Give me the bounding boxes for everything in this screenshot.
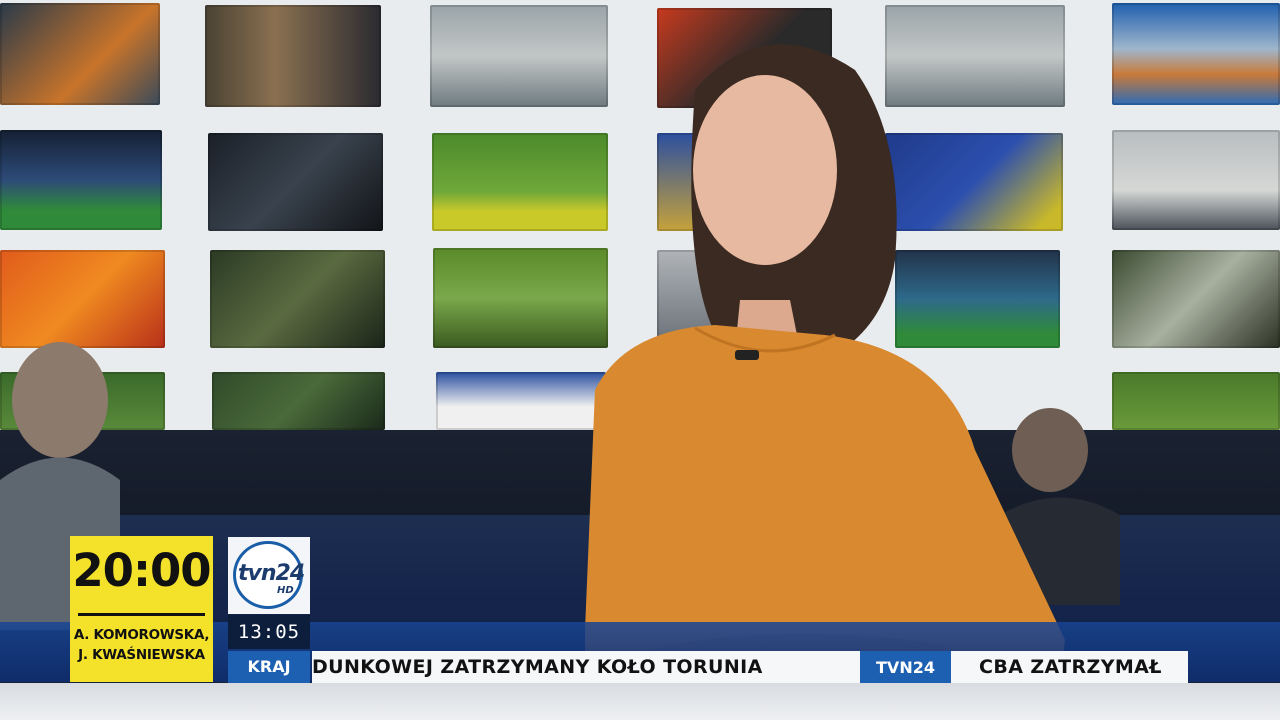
channel-logo: tvn24 HD <box>228 537 310 614</box>
section-label: KRAJ <box>247 657 291 676</box>
monitor-screen <box>0 250 165 348</box>
monitor-screen <box>436 372 606 430</box>
ticker-separator: TVN24 <box>860 651 951 683</box>
monitor-screen <box>212 372 385 430</box>
divider <box>78 613 205 616</box>
current-time: 13:05 <box>237 621 301 643</box>
monitor-screen <box>1112 130 1280 230</box>
monitor-screen <box>432 133 608 231</box>
logo-wordmark: tvn24 <box>238 561 305 586</box>
monitor-screen <box>1112 372 1280 430</box>
news-ticker: DUNKOWEJ ZATRZYMANY KOŁO TORUNIA TVN24 C… <box>312 651 1188 683</box>
section-label-panel: KRAJ <box>228 651 310 683</box>
news-anchor <box>585 44 1065 720</box>
bottom-strip <box>0 683 1280 720</box>
logo-hd-badge: HD <box>277 585 294 596</box>
next-program-hosts: A. KOMOROWSKA, J. KWAŚNIEWSKA <box>70 625 213 665</box>
monitor-screen <box>1112 3 1280 105</box>
monitor-screen <box>210 250 385 348</box>
monitor-screen <box>430 5 608 107</box>
next-program-time: 20:00 <box>72 544 211 597</box>
monitor-screen <box>1112 250 1280 348</box>
monitor-screen <box>0 130 162 230</box>
monitor-screen <box>0 3 160 105</box>
ticker-headline: CBA ZATRZYMAŁ <box>979 656 1162 678</box>
ticker-headline: DUNKOWEJ ZATRZYMANY KOŁO TORUNIA <box>312 656 763 678</box>
ticker-separator-label: TVN24 <box>876 658 935 677</box>
hosts-line-1: A. KOMOROWSKA, <box>73 627 210 643</box>
clock-panel: 13:05 <box>228 615 310 649</box>
next-program-panel: 20:00 A. KOMOROWSKA, J. KWAŚNIEWSKA <box>70 536 213 682</box>
monitor-screen <box>208 133 383 231</box>
monitor-screen <box>433 248 608 348</box>
monitor-screen <box>205 5 381 107</box>
hosts-line-2: J. KWAŚNIEWSKA <box>78 647 205 663</box>
